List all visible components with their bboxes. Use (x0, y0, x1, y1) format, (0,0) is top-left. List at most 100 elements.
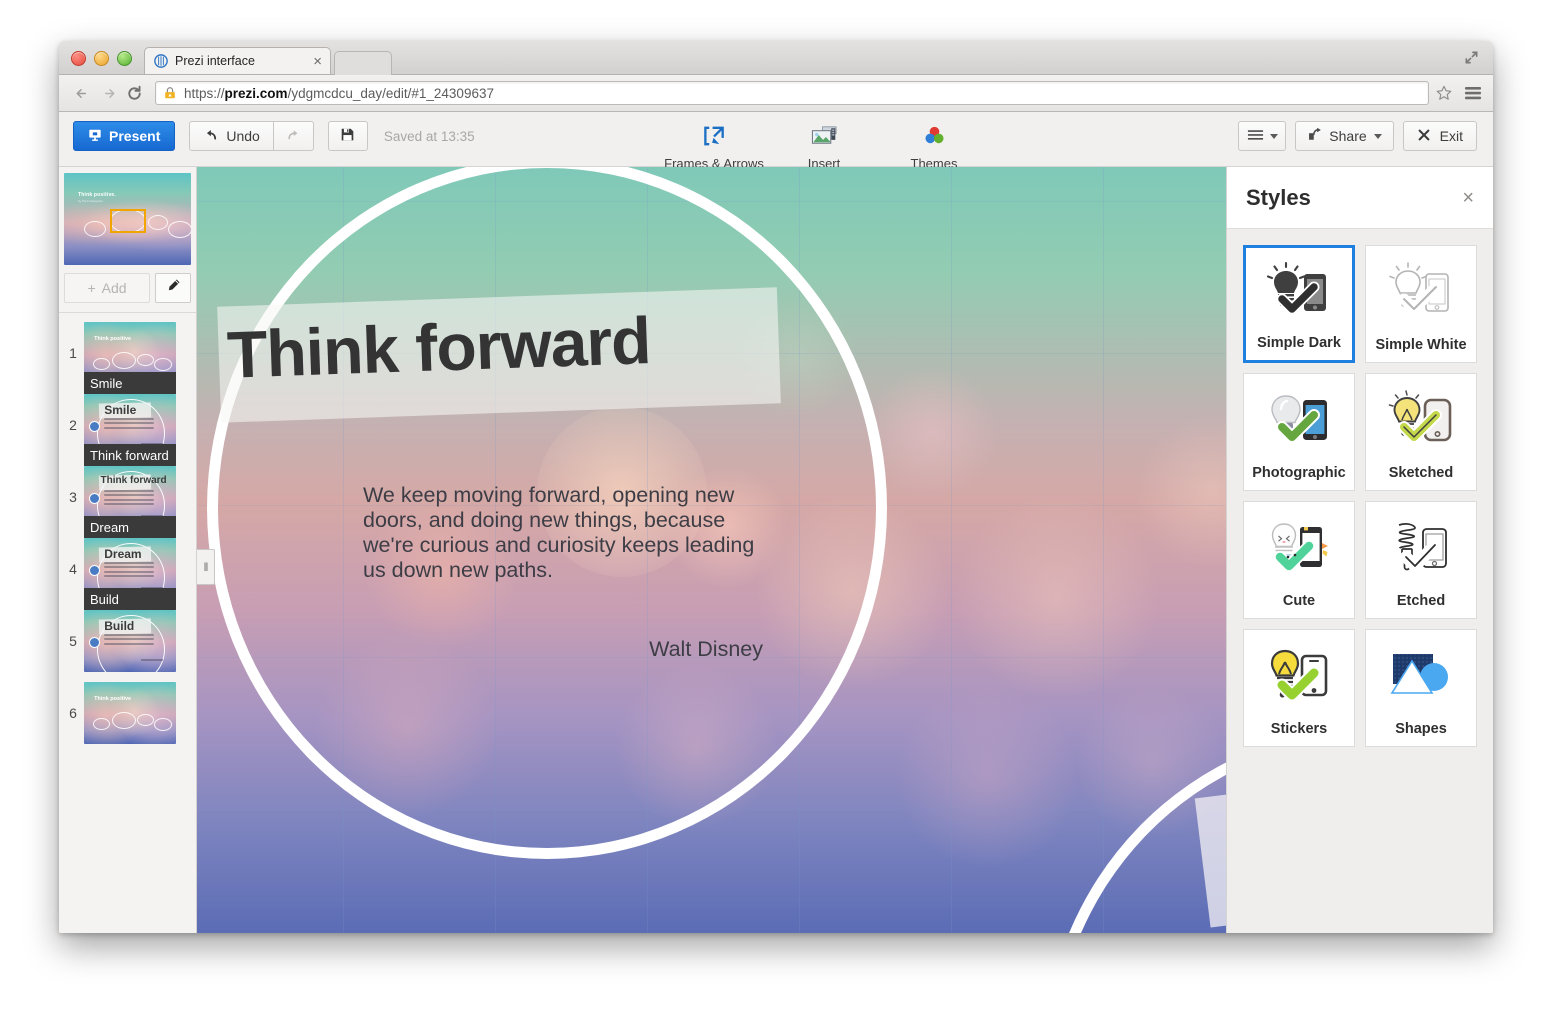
plus-icon: + (87, 280, 96, 296)
canvas-body-text[interactable]: We keep moving forward, opening new door… (363, 483, 763, 583)
themes-color-circles-icon (922, 123, 947, 149)
url-text: https://prezi.com/ydgmcdcu_day/edit/#1_2… (184, 85, 494, 101)
add-slide-button[interactable]: + Add (64, 273, 150, 303)
overview-thumbnail[interactable]: Think positive. by Prezi designers (64, 173, 191, 265)
list-lines-icon (1247, 128, 1264, 144)
bulb-phone-check-outline-icon (1366, 246, 1476, 337)
close-window-button[interactable] (71, 51, 86, 66)
thumb-node (111, 351, 136, 369)
edit-path-button[interactable] (155, 273, 191, 303)
prezi-logo-icon (154, 54, 168, 68)
theme-tile-simple-white[interactable]: Simple White (1365, 245, 1477, 363)
address-bar[interactable]: https://prezi.com/ydgmcdcu_day/edit/#1_2… (155, 81, 1429, 105)
slide-tooltip: Smile (84, 372, 176, 394)
bulb-phone-check-sketch-icon (1366, 374, 1476, 465)
overview-node (148, 215, 168, 230)
theme-grid: Simple Dark Simple White Photographic Sk… (1227, 229, 1493, 763)
thumb-title: Think forward (100, 475, 167, 487)
minimize-window-button[interactable] (94, 51, 109, 66)
styles-panel-title: Styles (1246, 184, 1311, 210)
tab-close-icon[interactable]: × (311, 54, 324, 69)
present-label: Present (109, 128, 161, 144)
back-arrow-icon[interactable] (69, 80, 95, 106)
thumb-step-dot (88, 493, 100, 505)
theme-tile-photographic[interactable]: Photographic (1243, 373, 1355, 491)
exit-label: Exit (1439, 128, 1463, 144)
slide-thumbnail-wrap: Build Build (84, 588, 176, 672)
floppy-disk-icon (340, 127, 355, 145)
reload-icon[interactable] (121, 80, 147, 106)
theme-label: Cute (1282, 593, 1316, 609)
exit-button[interactable]: Exit (1402, 121, 1477, 151)
present-screen-icon (88, 128, 102, 145)
theme-tile-etched[interactable]: Etched (1365, 501, 1477, 619)
undo-arrow-icon (203, 127, 218, 145)
browser-titlebar: Prezi interface × (59, 41, 1493, 75)
hamburger-menu-icon[interactable] (1463, 85, 1483, 101)
theme-tile-stickers[interactable]: Stickers (1243, 629, 1355, 747)
share-button[interactable]: Share (1295, 121, 1394, 151)
bookmark-star-icon[interactable] (1435, 84, 1453, 102)
theme-label: Stickers (1270, 721, 1328, 737)
bulb-phone-check-cute-icon (1244, 502, 1354, 593)
more-menu-button[interactable] (1238, 121, 1287, 151)
prezi-canvas[interactable]: Think forward We keep moving forward, op… (197, 167, 1226, 933)
theme-label: Simple Dark (1257, 335, 1341, 351)
share-arrow-icon (1307, 127, 1322, 145)
save-button[interactable] (327, 121, 368, 151)
thumb-node (93, 357, 110, 370)
theme-tile-sketched[interactable]: Sketched (1365, 373, 1477, 491)
slide-list-item[interactable]: 6 Think positive (59, 682, 196, 744)
sidebar-collapse-handle[interactable]: ‖ (197, 549, 215, 585)
slide-number: 3 (69, 489, 77, 505)
slide-list-item[interactable]: 5 Build Build (59, 588, 196, 672)
maximize-window-button[interactable] (117, 51, 132, 66)
close-icon[interactable]: × (1462, 188, 1474, 208)
slide-list: 1 Think positive 2 Smile Smile 3 Think f… (59, 313, 196, 744)
undo-button[interactable]: Undo (189, 121, 274, 151)
thumb-title: Think positive (94, 695, 132, 702)
browser-tab[interactable]: Prezi interface × (144, 47, 331, 74)
bulb-phone-check-dark-icon (1246, 248, 1352, 335)
theme-tile-simple-dark[interactable]: Simple Dark (1243, 245, 1355, 363)
thumb-step-dot (88, 421, 100, 433)
thumb-title: Dream (104, 547, 142, 562)
theme-label: Shapes (1395, 721, 1447, 737)
slide-thumbnail[interactable]: Build (84, 610, 176, 672)
thumb-body-lines (104, 633, 154, 648)
slide-number: 4 (69, 561, 77, 577)
window-controls (71, 51, 132, 66)
browser-urlbar: https://prezi.com/ydgmcdcu_day/edit/#1_2… (59, 75, 1493, 112)
theme-tile-shapes[interactable]: Shapes (1365, 629, 1477, 747)
themes-tool[interactable]: Themes (879, 116, 989, 171)
thumb-body-lines (104, 417, 154, 432)
overview-node (168, 221, 191, 238)
slide-tooltip: Dream (84, 516, 176, 538)
theme-label: Sketched (1388, 465, 1454, 481)
share-label: Share (1329, 128, 1367, 144)
canvas-author-text[interactable]: Walt Disney (363, 637, 763, 662)
present-button[interactable]: Present (73, 121, 176, 151)
thumb-body-lines (104, 489, 154, 508)
thumb-step-dot (88, 637, 100, 649)
insert-image-icon (811, 123, 838, 149)
insert-tool[interactable]: Insert (769, 116, 879, 171)
fullscreen-expand-icon[interactable] (1464, 50, 1479, 65)
slide-number: 1 (69, 345, 77, 361)
slide-thumbnail-wrap: Think positive (84, 682, 176, 744)
overview-title: Think positive. (78, 192, 117, 198)
forward-arrow-icon[interactable] (95, 80, 121, 106)
close-x-icon (1417, 128, 1431, 145)
slide-tooltip: Build (84, 588, 176, 610)
slide-thumbnail[interactable]: Think positive (84, 682, 176, 744)
thumb-node (111, 711, 136, 729)
redo-button[interactable] (273, 121, 314, 151)
warning-padlock-icon (163, 86, 177, 100)
thumb-title: Think positive (94, 335, 132, 342)
slide-number: 6 (69, 705, 77, 721)
theme-tile-cute[interactable]: Cute (1243, 501, 1355, 619)
new-tab-button[interactable] (334, 51, 392, 75)
frames-and-arrows-tool[interactable]: Frames & Arrows (659, 116, 769, 171)
pencil-icon (166, 278, 181, 298)
slide-tooltip: Think forward (84, 444, 176, 466)
